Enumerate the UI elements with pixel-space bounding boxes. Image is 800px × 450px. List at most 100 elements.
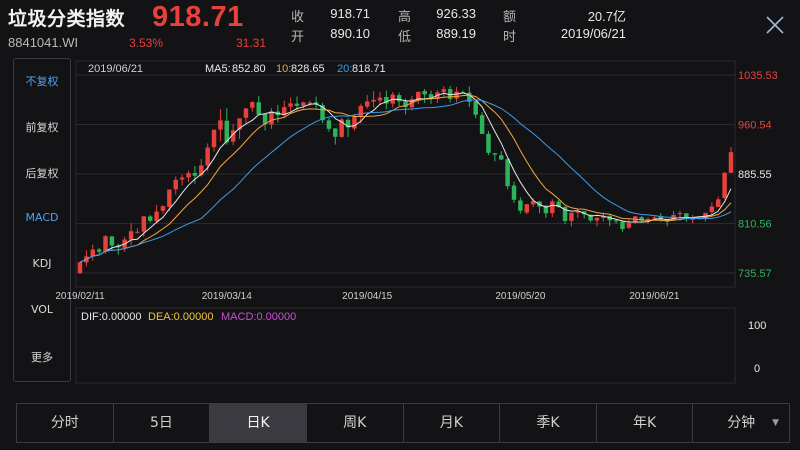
x-tick-label: 2019/06/21 (629, 291, 679, 302)
x-tick-label: 2019/04/15 (342, 291, 392, 302)
candle-body (441, 89, 447, 93)
tab-intraday[interactable]: 分时 (17, 404, 114, 442)
candle-body (486, 133, 491, 153)
candle-body (422, 90, 427, 95)
candle-body (218, 120, 223, 130)
tab-quarterly-k[interactable]: 季K (500, 404, 597, 442)
tab-label: 日K (246, 415, 270, 431)
candle-body (109, 236, 115, 246)
y-axis-labels: 1035.53 960.54 885.55 810.56 735.57 (738, 70, 778, 280)
candle-body (677, 213, 683, 215)
x-tick-label: 2019/02/11 (55, 291, 105, 302)
candle-body (326, 120, 332, 129)
legend-ma10-label: 10: (276, 63, 291, 75)
legend-ma20-value: 818.71 (352, 63, 386, 75)
candle-body (77, 262, 83, 274)
candle-body (709, 206, 715, 212)
candle-body (294, 103, 300, 106)
candle-body (192, 172, 198, 176)
candle-body (722, 172, 727, 198)
candle-body (205, 147, 210, 166)
x-axis-labels: 2019/02/11 2019/03/14 2019/04/15 2019/05/20… (55, 291, 680, 302)
y-tick-label: 735.57 (738, 268, 772, 280)
candle-body (167, 189, 172, 207)
candle-body (492, 153, 498, 155)
x-tick-label: 2019/05/20 (495, 291, 545, 302)
ma-lines (79, 92, 732, 263)
candle-body (211, 129, 217, 148)
candle-body (716, 199, 721, 207)
chevron-down-icon: ▼ (772, 418, 779, 428)
tab-label: 年K (632, 415, 657, 431)
tab-label: 季K (536, 415, 560, 431)
candle-body (154, 211, 159, 222)
tab-5day[interactable]: 5日 (114, 404, 211, 442)
tab-label: 5日 (149, 415, 173, 431)
candle-body (96, 249, 102, 252)
candle-body (626, 223, 632, 228)
candle-body (135, 231, 140, 233)
kline-chart[interactable]: 1035.53 960.54 885.55 810.56 735.57 2019/02/… (0, 0, 800, 400)
candle-body (524, 204, 529, 213)
candle-body (728, 152, 734, 173)
candle-body (550, 201, 555, 214)
candle-body (352, 116, 357, 129)
candle-body (652, 217, 657, 219)
legend-ma5-label: MA5: (205, 63, 231, 75)
candle-body (690, 218, 695, 220)
candle-body (333, 128, 338, 137)
y-tick-label: 810.56 (738, 219, 772, 231)
candle-body (473, 101, 478, 115)
candle-body (620, 221, 625, 230)
candle-body (396, 95, 402, 102)
candle-body (358, 105, 364, 117)
macd-dea-label: DEA:0.00000 (148, 311, 213, 323)
candle-body (160, 206, 166, 211)
y-tick-label: 1035.53 (738, 70, 778, 82)
tab-yearly-k[interactable]: 年K (597, 404, 694, 442)
macd-value-label: MACD:0.00000 (221, 311, 296, 323)
macd-axis-bottom: 0 (754, 363, 760, 375)
tab-label: 月K (439, 415, 463, 431)
legend-ma20-label: 20: (337, 63, 352, 75)
candle-body (364, 101, 370, 107)
candle-body (243, 108, 249, 118)
candle-body (179, 177, 185, 180)
candle-body (301, 102, 306, 106)
candle-body (479, 115, 485, 134)
candle-body (569, 212, 574, 221)
candle-body (518, 200, 523, 211)
legend-ma5-value: 852.80 (232, 63, 266, 75)
candle-body (505, 159, 510, 187)
tab-label: 分钟 (727, 415, 756, 431)
tab-label: 周K (343, 415, 367, 431)
legend-date: 2019/06/21 (88, 63, 143, 75)
y-tick-label: 960.54 (738, 120, 772, 132)
tab-monthly-k[interactable]: 月K (404, 404, 501, 442)
tab-minute[interactable]: 分钟 ▼ (693, 404, 789, 442)
macd-axis-top: 100 (748, 320, 766, 332)
tab-label: 分时 (50, 415, 79, 431)
candle-body (147, 216, 153, 221)
candle-body (613, 220, 619, 222)
candle-body (371, 99, 376, 102)
legend-ma10-value: 828.65 (291, 63, 325, 75)
candle-body (454, 91, 459, 99)
candle-body (269, 111, 274, 125)
y-tick-label: 885.55 (738, 169, 772, 181)
candle-body (377, 97, 383, 101)
ma10-line (79, 94, 732, 263)
candles (77, 85, 734, 274)
candle-body (288, 103, 293, 107)
candle-body (128, 231, 134, 240)
candle-body (103, 236, 108, 252)
candle-body (499, 155, 504, 160)
tab-weekly-k[interactable]: 周K (307, 404, 404, 442)
candle-body (511, 185, 517, 200)
macd-dif-label: DIF:0.00000 (81, 311, 142, 323)
candle-body (173, 179, 178, 190)
x-tick-label: 2019/03/14 (202, 291, 252, 302)
candle-body (250, 102, 255, 108)
ma5-line (79, 92, 732, 263)
tab-daily-k[interactable]: 日K (210, 404, 307, 442)
